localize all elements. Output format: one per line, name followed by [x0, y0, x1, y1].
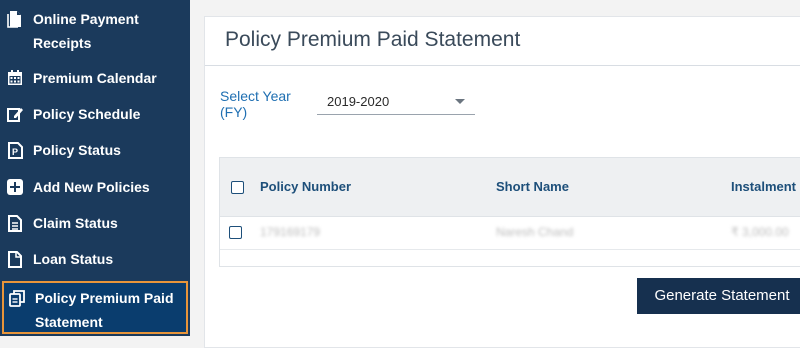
chevron-down-icon [455, 99, 465, 104]
row-checkbox[interactable] [229, 226, 242, 239]
sidebar-item-label: Premium Calendar [33, 70, 157, 86]
edit-icon [5, 104, 25, 124]
instalment-cell: ₹ 3,000.00 [731, 225, 789, 239]
sidebar-item-label: Add New Policies [33, 179, 150, 195]
sidebar: Online Payment Receipts Premium Calendar… [0, 0, 190, 336]
sidebar-item-policy-schedule[interactable]: Policy Schedule [0, 102, 190, 126]
sidebar-item-label: Online Payment [33, 11, 139, 27]
sidebar-item-label: Policy Schedule [33, 106, 141, 122]
year-label-line1: Select Year [220, 88, 291, 104]
year-select-value: 2019-2020 [327, 94, 390, 109]
sidebar-item-add-new-policies[interactable]: Add New Policies [0, 175, 190, 199]
title-divider [205, 65, 800, 66]
file-icon [5, 249, 25, 269]
document-icon [5, 213, 25, 233]
sidebar-item-label: Policy Status [33, 142, 121, 158]
column-header-short-name: Short Name [496, 179, 569, 194]
year-label: Select Year (FY) [220, 88, 291, 120]
sidebar-item-premium-calendar[interactable]: Premium Calendar [0, 66, 190, 90]
select-all-checkbox[interactable] [231, 181, 244, 194]
sidebar-item-policy-premium-paid-statement[interactable]: Policy Premium Paid Statement [2, 281, 188, 334]
sidebar-item-online-payment-receipts[interactable]: Online Payment Receipts [0, 7, 190, 55]
year-label-line2: (FY) [220, 104, 248, 120]
policy-number-cell: 179169179 [260, 225, 321, 239]
sidebar-item-label: Statement [35, 314, 103, 330]
sidebar-item-claim-status[interactable]: Claim Status [0, 211, 190, 235]
sidebar-item-loan-status[interactable]: Loan Status [0, 247, 190, 271]
calendar-icon [5, 68, 25, 88]
sidebar-item-label: Loan Status [33, 251, 114, 267]
year-select[interactable]: 2019-2020 [317, 90, 475, 115]
copy-icon [7, 288, 27, 308]
table-header: Policy Number Short Name Instalment [220, 158, 800, 217]
short-name-cell: Naresh Chand [496, 225, 574, 239]
document-p-icon: P [5, 140, 25, 160]
sidebar-item-label: Policy Premium Paid [35, 290, 174, 306]
sidebar-item-label: Receipts [33, 35, 92, 51]
column-header-policy-number: Policy Number [260, 179, 352, 194]
sidebar-item-policy-status[interactable]: P Policy Status [0, 138, 190, 162]
page-title: Policy Premium Paid Statement [225, 28, 521, 51]
policy-table: Policy Number Short Name Instalment 1791… [219, 157, 800, 267]
sidebar-item-label: Claim Status [33, 215, 118, 231]
svg-text:P: P [12, 147, 18, 157]
receipt-icon [5, 9, 25, 29]
table-row[interactable]: 179169179 Naresh Chand ₹ 3,000.00 [220, 217, 800, 250]
plus-box-icon [5, 177, 25, 197]
generate-statement-button[interactable]: Generate Statement [637, 278, 800, 314]
column-header-instalment: Instalment [731, 179, 797, 194]
